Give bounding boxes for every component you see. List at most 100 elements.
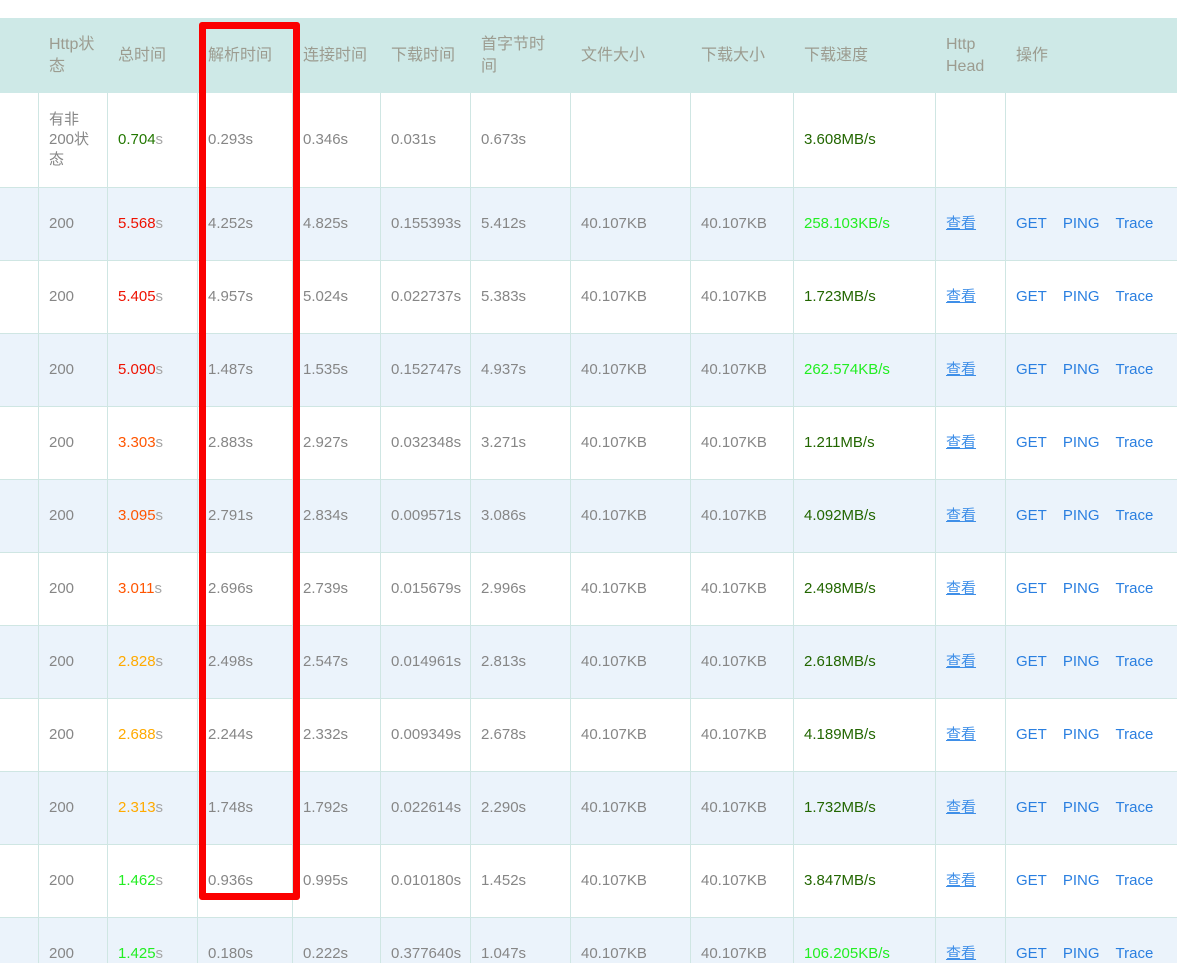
- cell-file-size: 40.107KB: [570, 552, 691, 626]
- table-row: 浩 200 5.405s 4.957s 5.024s 0.022737s 5.383s 40.…: [0, 260, 1177, 334]
- op-ping-link[interactable]: PING: [1063, 872, 1100, 889]
- op-trace-link[interactable]: Trace: [1116, 288, 1154, 305]
- table-row: 浩 200 5.568s 4.252s 4.825s 0.155393s 5.412s 40.…: [0, 187, 1177, 261]
- column-header-node[interactable]: 监测点: [0, 18, 39, 93]
- op-trace-link[interactable]: Trace: [1116, 361, 1154, 378]
- op-ping-link[interactable]: PING: [1063, 288, 1100, 305]
- cell-node: 浩: [0, 260, 39, 334]
- ttfb-value: 3.086s: [481, 506, 527, 524]
- view-http-head-link[interactable]: 查看: [946, 945, 976, 962]
- view-http-head-link[interactable]: 查看: [946, 872, 976, 889]
- cell-node: 浩: [0, 187, 39, 261]
- op-get-link[interactable]: GET: [1016, 945, 1047, 962]
- cell-parse-time: 2.244s: [197, 698, 293, 772]
- op-trace-link[interactable]: Trace: [1116, 872, 1154, 889]
- op-ping-link[interactable]: PING: [1063, 215, 1100, 232]
- view-http-head-link[interactable]: 查看: [946, 288, 976, 305]
- cell-file-size: 40.107KB: [570, 406, 691, 480]
- cell-download-speed: 4.189MB/s: [793, 698, 936, 772]
- view-http-head-link[interactable]: 查看: [946, 653, 976, 670]
- column-header-file-size[interactable]: 文件大小: [570, 18, 691, 93]
- connect-time-value: 2.547s: [303, 652, 349, 670]
- view-http-head-link[interactable]: 查看: [946, 434, 976, 451]
- cell-http-status: 200: [38, 771, 108, 845]
- view-http-head-link[interactable]: 查看: [946, 361, 976, 378]
- op-get-link[interactable]: GET: [1016, 726, 1047, 743]
- cell-download-size: 40.107KB: [690, 260, 794, 334]
- cell-total-time: 2.313s: [107, 771, 198, 845]
- op-get-link[interactable]: GET: [1016, 507, 1047, 524]
- total-time-unit: s: [154, 579, 162, 597]
- download-time-value: 0.015679s: [391, 579, 462, 597]
- op-ping-link[interactable]: PING: [1063, 945, 1100, 962]
- op-ping-link[interactable]: PING: [1063, 726, 1100, 743]
- total-time-value: 1.425: [118, 944, 156, 962]
- cell-download-time: 0.022737s: [380, 260, 471, 334]
- cell-operations: GET PING Trace: [1005, 187, 1177, 261]
- cell-node: 浩: [0, 771, 39, 845]
- op-trace-link[interactable]: Trace: [1116, 653, 1154, 670]
- cell-download-speed: 3.608MB/s: [793, 92, 936, 188]
- op-trace-link[interactable]: Trace: [1116, 580, 1154, 597]
- op-ping-link[interactable]: PING: [1063, 434, 1100, 451]
- op-trace-link[interactable]: Trace: [1116, 726, 1154, 743]
- op-trace-link[interactable]: Trace: [1116, 799, 1154, 816]
- cell-download-time: 0.015679s: [380, 552, 471, 626]
- op-ping-link[interactable]: PING: [1063, 507, 1100, 524]
- op-trace-link[interactable]: Trace: [1116, 507, 1154, 524]
- column-header-operations[interactable]: 操作: [1005, 18, 1177, 93]
- download-time-value: 0.155393s: [391, 214, 462, 232]
- view-http-head-link[interactable]: 查看: [946, 507, 976, 524]
- column-header-download-speed[interactable]: 下载速度: [793, 18, 936, 93]
- cell-ttfb: 3.271s: [470, 406, 571, 480]
- connect-time-value: 0.346s: [303, 130, 349, 148]
- cell-download-size: 40.107KB: [690, 625, 794, 699]
- cell-http-head: 查看: [935, 333, 1006, 407]
- column-header-total[interactable]: 总时间: [107, 18, 198, 93]
- cell-download-size: 40.107KB: [690, 333, 794, 407]
- column-header-download-time[interactable]: 下载时间: [380, 18, 471, 93]
- parse-time-value: 4.957s: [208, 287, 254, 305]
- http-status-value: 200: [49, 652, 75, 670]
- cell-download-speed: 3.847MB/s: [793, 844, 936, 918]
- view-http-head-link[interactable]: 查看: [946, 580, 976, 597]
- column-header-download-size[interactable]: 下载大小: [690, 18, 794, 93]
- op-get-link[interactable]: GET: [1016, 653, 1047, 670]
- parse-time-value: 2.696s: [208, 579, 254, 597]
- op-get-link[interactable]: GET: [1016, 580, 1047, 597]
- op-get-link[interactable]: GET: [1016, 288, 1047, 305]
- cell-download-size: 40.107KB: [690, 552, 794, 626]
- total-time-unit: s: [155, 871, 164, 889]
- op-get-link[interactable]: GET: [1016, 361, 1047, 378]
- ttfb-value: 2.996s: [481, 579, 527, 597]
- view-http-head-link[interactable]: 查看: [946, 726, 976, 743]
- op-ping-link[interactable]: PING: [1063, 361, 1100, 378]
- cell-download-size: 40.107KB: [690, 917, 794, 963]
- column-header-http-head[interactable]: Http Head: [935, 18, 1006, 93]
- op-trace-link[interactable]: Trace: [1116, 215, 1154, 232]
- cell-http-head: [935, 92, 1006, 188]
- column-header-ttfb[interactable]: 首字节时间: [470, 18, 571, 93]
- op-get-link[interactable]: GET: [1016, 434, 1047, 451]
- cell-ttfb: 0.673s: [470, 92, 571, 188]
- column-header-status[interactable]: Http状态: [38, 18, 108, 93]
- column-header-parse[interactable]: 解析时间: [197, 18, 293, 93]
- op-ping-link[interactable]: PING: [1063, 653, 1100, 670]
- op-ping-link[interactable]: PING: [1063, 580, 1100, 597]
- view-http-head-link[interactable]: 查看: [946, 799, 976, 816]
- op-trace-link[interactable]: Trace: [1116, 434, 1154, 451]
- op-ping-link[interactable]: PING: [1063, 799, 1100, 816]
- cell-connect-time: 1.792s: [292, 771, 381, 845]
- file-size-value: 40.107KB: [581, 652, 647, 670]
- total-time-value: 3.011: [118, 579, 155, 597]
- op-get-link[interactable]: GET: [1016, 215, 1047, 232]
- column-header-conn[interactable]: 连接时间: [292, 18, 381, 93]
- op-get-link[interactable]: GET: [1016, 872, 1047, 889]
- performance-results-table: 监测点 Http状态 总时间 解析时间 连接时间 下载时间 首字节时间 文件大小…: [0, 18, 1177, 963]
- cell-total-time: 3.095s: [107, 479, 198, 553]
- view-http-head-link[interactable]: 查看: [946, 215, 976, 232]
- op-trace-link[interactable]: Trace: [1116, 945, 1154, 962]
- cell-http-head: 查看: [935, 844, 1006, 918]
- download-size-value: 40.107KB: [701, 433, 767, 451]
- op-get-link[interactable]: GET: [1016, 799, 1047, 816]
